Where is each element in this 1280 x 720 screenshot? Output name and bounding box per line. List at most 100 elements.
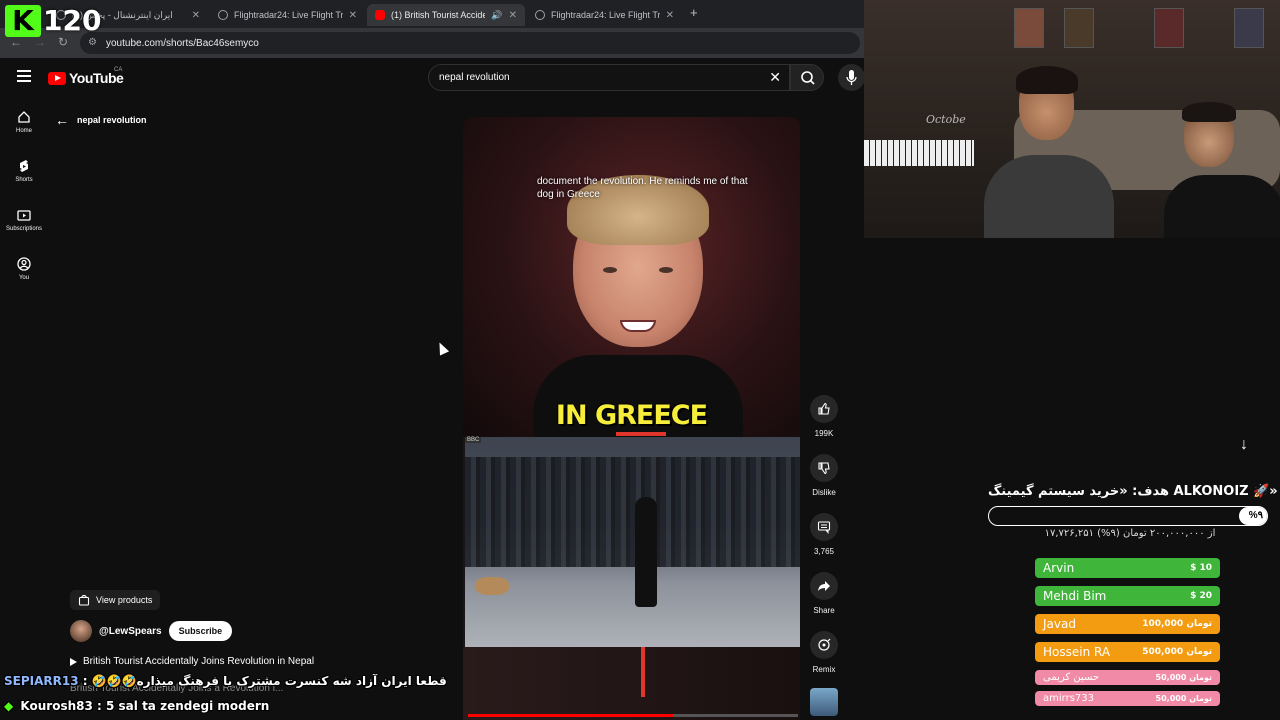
video-big-caption: IN GREECE	[555, 400, 708, 431]
channel-name[interactable]: @LewSpears	[99, 626, 162, 637]
kick-logo: K	[5, 4, 41, 37]
reload-icon[interactable]: ↻	[58, 35, 68, 49]
comments-button[interactable]: 3,765	[805, 513, 843, 556]
play-icon	[70, 657, 77, 666]
arrow-left-icon[interactable]: ←	[55, 112, 69, 128]
donation-goal-amount: ۱۷,۷۲۶,۲۵۱ از ۲۰۰,۰۰۰,۰۰۰ تومان (۹%)	[1044, 528, 1216, 539]
dislike-icon	[810, 454, 838, 482]
streamer-right	[1164, 102, 1280, 238]
avatar[interactable]	[70, 620, 92, 642]
donor-row: حسین کریمی 50,000 تومان	[1035, 670, 1220, 685]
donor-row: amirrs733 50,000 تومان	[1035, 691, 1220, 706]
tab-bar: (1) ایران اینترنشنال - پخش ✕ Flightradar…	[0, 0, 864, 28]
video-eye-left	[603, 267, 617, 273]
tab-youtube-active[interactable]: (1) British Tourist Acciden 🔊 ✕	[367, 4, 525, 26]
video-title-row[interactable]: British Tourist Accidentally Joins Revol…	[70, 656, 314, 667]
tab-flightradar-2[interactable]: Flightradar24: Live Flight Trac ✕	[527, 4, 682, 26]
menu-icon[interactable]	[17, 70, 31, 82]
share-icon	[810, 572, 838, 600]
search-button[interactable]	[790, 64, 824, 91]
kick-icon: ◆	[4, 699, 14, 713]
close-icon[interactable]: ✕	[666, 10, 674, 21]
close-icon[interactable]: ✕	[509, 10, 517, 21]
channel-row: @LewSpears Subscribe	[70, 620, 233, 642]
donor-amount: $ 10	[1190, 563, 1212, 573]
like-button[interactable]: 199K	[805, 395, 843, 438]
shorts-icon	[20, 160, 28, 172]
stream-screen: (1) ایران اینترنشنال - پخش ✕ Flightradar…	[0, 0, 1280, 720]
new-tab-button[interactable]: +	[690, 5, 698, 20]
video-crowd	[465, 457, 800, 567]
youtube-play-icon	[48, 71, 66, 85]
nav-home[interactable]: Home	[0, 110, 48, 134]
tab-title: Flightradar24: Live Flight Trac	[551, 10, 660, 20]
nav-label: Shorts	[15, 177, 33, 183]
donor-row: Mehdi Bim $ 20	[1035, 586, 1220, 606]
wall-poster	[1234, 8, 1264, 48]
comment-count: 3,765	[813, 547, 835, 556]
arrow-down-icon[interactable]: ↓	[1233, 434, 1255, 456]
video-title: British Tourist Accidentally Joins Revol…	[83, 656, 315, 667]
dislike-button[interactable]: Dislike	[805, 454, 843, 497]
donor-name: Javad	[1043, 617, 1076, 631]
url-field[interactable]: ⚙ youtube.com/shorts/Bac46semyco	[80, 32, 860, 54]
search-query-label: nepal revolution	[77, 115, 147, 125]
video-red-stripe	[641, 647, 645, 697]
remix-button[interactable]: Remix	[805, 631, 843, 674]
chat-message-1: SEPIARR13 : 🤣🤣🤣قطعا ایران آزاد شه کنسرت …	[4, 674, 447, 688]
tab-flightradar-1[interactable]: Flightradar24: Live Flight Trac ✕	[210, 4, 365, 26]
video-dog	[475, 577, 509, 595]
streamer-left-hair	[1016, 66, 1078, 94]
forward-icon[interactable]: →	[34, 35, 46, 49]
close-icon[interactable]: ✕	[349, 10, 357, 21]
donor-name: Mehdi Bim	[1043, 589, 1107, 603]
nav-label: Home	[15, 128, 32, 134]
donor-amount: $ 20	[1190, 591, 1212, 601]
like-count: 199K	[814, 429, 834, 438]
close-icon[interactable]: ✕	[192, 10, 200, 21]
nav-subscriptions[interactable]: Subscriptions	[0, 208, 48, 232]
wall-poster	[1014, 8, 1044, 48]
search-input[interactable]: nepal revolution ✕	[428, 64, 790, 91]
nav-you[interactable]: You	[0, 257, 48, 281]
donor-amount: 50,000 تومان	[1155, 673, 1212, 682]
nav-shorts[interactable]: Shorts	[0, 159, 48, 183]
microphone-icon	[846, 70, 857, 85]
speaker-icon[interactable]: 🔊	[491, 10, 502, 21]
video-progress-bar[interactable]	[468, 714, 798, 717]
youtube-logo[interactable]: YouTube	[48, 70, 124, 86]
voice-search-button[interactable]	[838, 64, 864, 91]
youtube-header: YouTube CA nepal revolution ✕	[0, 58, 864, 98]
donation-goal-percent: %۹	[1248, 510, 1263, 521]
remix-icon	[810, 631, 838, 659]
share-label: Share	[813, 606, 835, 615]
subscribe-button[interactable]: Subscribe	[168, 621, 233, 641]
share-button[interactable]: Share	[805, 572, 843, 615]
video-lower-frame	[463, 647, 800, 720]
search-back-row[interactable]: ← nepal revolution	[55, 112, 147, 128]
channel-thumbnail[interactable]	[810, 688, 838, 716]
dislike-label: Dislike	[812, 488, 836, 497]
donor-name: حسین کریمی	[1043, 672, 1100, 683]
viewer-count: 120	[43, 4, 102, 37]
webcam-feed: Octobe	[864, 0, 1280, 238]
streamer-right-body	[1164, 175, 1280, 238]
donor-name: amirrs733	[1043, 693, 1094, 704]
view-products-button[interactable]: View products	[70, 590, 161, 610]
youtube-icon	[375, 10, 385, 20]
chat-username: Kourosh83	[20, 699, 93, 713]
nav-label: You	[18, 275, 30, 281]
clear-search-icon[interactable]: ✕	[769, 69, 781, 86]
search-value: nepal revolution	[439, 72, 510, 83]
shirt-text: Octobe	[926, 113, 966, 126]
globe-icon	[535, 10, 545, 20]
donor-row: Arvin $ 10	[1035, 558, 1220, 578]
site-info-icon[interactable]: ⚙	[88, 38, 98, 48]
back-icon[interactable]: ←	[10, 35, 22, 49]
subscriptions-icon	[17, 210, 31, 221]
video-caption: document the revolution. He reminds me o…	[537, 176, 748, 200]
globe-icon	[218, 10, 228, 20]
video-eye-right	[659, 267, 673, 273]
short-video-player[interactable]: document the revolution. He reminds me o…	[463, 117, 800, 720]
url-text: youtube.com/shorts/Bac46semyco	[106, 37, 259, 49]
